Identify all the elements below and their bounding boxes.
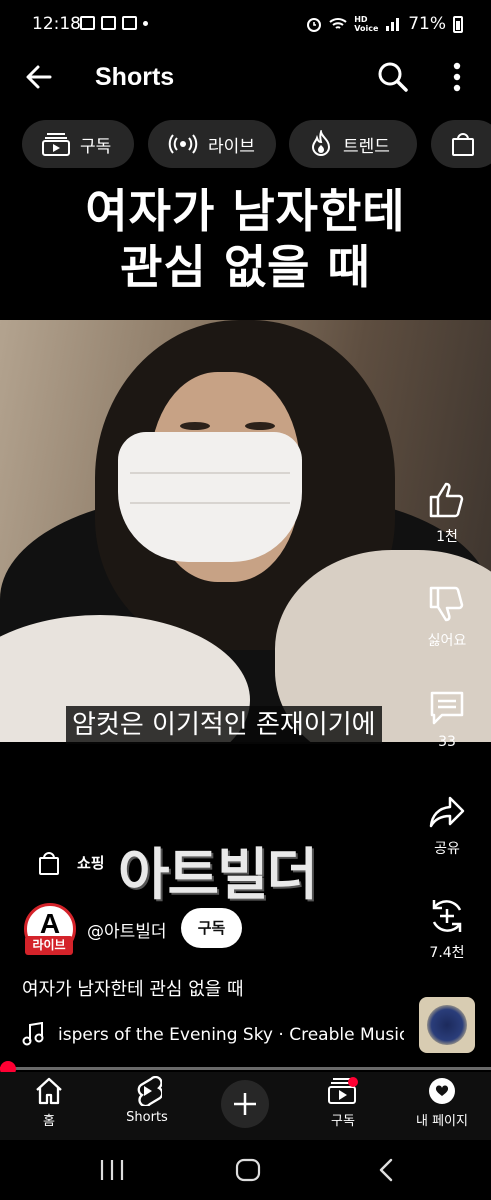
music-thumbnail-art: [427, 1005, 467, 1045]
nav-home[interactable]: 홈: [1, 1076, 97, 1129]
back-arrow-icon[interactable]: [22, 60, 56, 94]
nav-subscriptions-label: 구독: [331, 1114, 355, 1129]
gallery-icon: [80, 16, 95, 30]
nav-shorts-label: Shorts: [126, 1110, 168, 1125]
music-note-icon: [22, 1022, 44, 1046]
search-icon[interactable]: [376, 60, 410, 94]
shopping-bag-icon: [452, 133, 474, 156]
signal-icon: [386, 18, 400, 31]
chip-shopping[interactable]: [431, 120, 491, 168]
brand-watermark: 아트빌더: [118, 843, 318, 908]
bottom-navigation: 홈 Shorts 구독 내 페이지: [0, 1072, 491, 1140]
home-icon: [36, 1077, 62, 1105]
channel-name[interactable]: @아트빌더: [87, 917, 167, 942]
nav-shorts[interactable]: Shorts: [99, 1076, 195, 1125]
like-button[interactable]: 1천: [416, 480, 478, 546]
network-label: HD Voice: [354, 15, 379, 33]
remix-icon: [432, 900, 462, 932]
chip-trending[interactable]: 트렌드: [289, 120, 417, 168]
share-label: 공유: [434, 841, 460, 857]
music-track[interactable]: ispers of the Evening Sky · Creable Musi…: [58, 1025, 404, 1045]
video-figure-eye-left: [180, 422, 210, 430]
chip-subscriptions[interactable]: 구독: [22, 120, 134, 168]
thumbs-up-icon: [429, 482, 464, 518]
back-button-icon[interactable]: [372, 1156, 402, 1184]
create-button[interactable]: [221, 1080, 269, 1128]
chip-live[interactable]: 라이브: [148, 120, 276, 168]
nav-you-label: 내 페이지: [416, 1114, 468, 1129]
more-notifications-dot: [143, 20, 148, 26]
status-bar: 12:18 HD Voice 71%: [0, 0, 491, 52]
plus-icon: [234, 1093, 256, 1115]
live-icon: [168, 134, 198, 154]
battery-percent: 71%: [408, 14, 446, 34]
system-navigation-bar: [0, 1140, 491, 1200]
nav-you[interactable]: 내 페이지: [394, 1076, 490, 1129]
page-title: Shorts: [95, 63, 175, 91]
thumbs-down-icon: [429, 586, 464, 622]
video-description[interactable]: 여자가 남자한테 관심 없을 때: [22, 975, 244, 1001]
remix-button[interactable]: 7.4천: [416, 896, 478, 962]
video-figure-mask: [118, 432, 302, 562]
video-title-line-2: 관심 없을 때: [120, 240, 371, 294]
share-icon: [429, 796, 465, 828]
home-button-icon[interactable]: [233, 1156, 263, 1184]
alarm-icon: [307, 18, 322, 32]
music-thumbnail[interactable]: [419, 997, 475, 1053]
trending-icon: [311, 130, 331, 156]
nav-home-label: 홈: [43, 1114, 55, 1129]
shorts-icon: [137, 1076, 162, 1106]
video-caption: 암컷은 이기적인 존재이기에: [66, 706, 382, 744]
battery-icon: [453, 15, 463, 33]
recent-apps-icon[interactable]: [97, 1156, 127, 1184]
video-title-line-1: 여자가 남자한테: [85, 184, 406, 238]
category-chips: 구독 라이브 트렌드: [22, 120, 491, 168]
dislike-button[interactable]: 싫어요: [416, 584, 478, 650]
comment-count: 33: [438, 734, 456, 750]
gmail-icon: [122, 16, 137, 30]
video-title-overlay: 여자가 남자한테 관심 없을 때: [0, 183, 491, 295]
share-button[interactable]: 공유: [416, 792, 478, 858]
system-status-icons: HD Voice 71%: [306, 14, 463, 34]
video-progress-bar[interactable]: [0, 1067, 491, 1070]
chip-label: 트렌드: [343, 136, 390, 157]
chip-label: 구독: [80, 136, 112, 157]
subscriptions-icon: [42, 133, 70, 156]
shopping-label[interactable]: 쇼핑: [77, 852, 105, 873]
comment-icon: [430, 691, 464, 725]
subscribe-button[interactable]: 구독: [181, 908, 242, 948]
mail-icon: [101, 16, 116, 30]
notification-icons: [80, 16, 148, 30]
shopping-bag-icon[interactable]: [38, 850, 60, 876]
new-content-badge: [348, 1077, 358, 1087]
wifi-icon: [329, 18, 347, 29]
chip-label: 라이브: [208, 136, 255, 157]
video-figure-eye-right: [245, 422, 275, 430]
nav-subscriptions[interactable]: 구독: [295, 1076, 391, 1129]
like-count: 1천: [436, 529, 458, 545]
comments-button[interactable]: 33: [416, 688, 478, 750]
live-badge: 라이브: [25, 936, 73, 955]
more-options-icon[interactable]: [444, 58, 470, 96]
top-app-bar: Shorts: [0, 52, 491, 108]
profile-avatar-icon: [429, 1078, 455, 1104]
status-time: 12:18: [32, 14, 81, 34]
remix-count: 7.4천: [429, 945, 465, 961]
subscriptions-icon: [328, 1077, 358, 1104]
dislike-label: 싫어요: [427, 633, 467, 649]
